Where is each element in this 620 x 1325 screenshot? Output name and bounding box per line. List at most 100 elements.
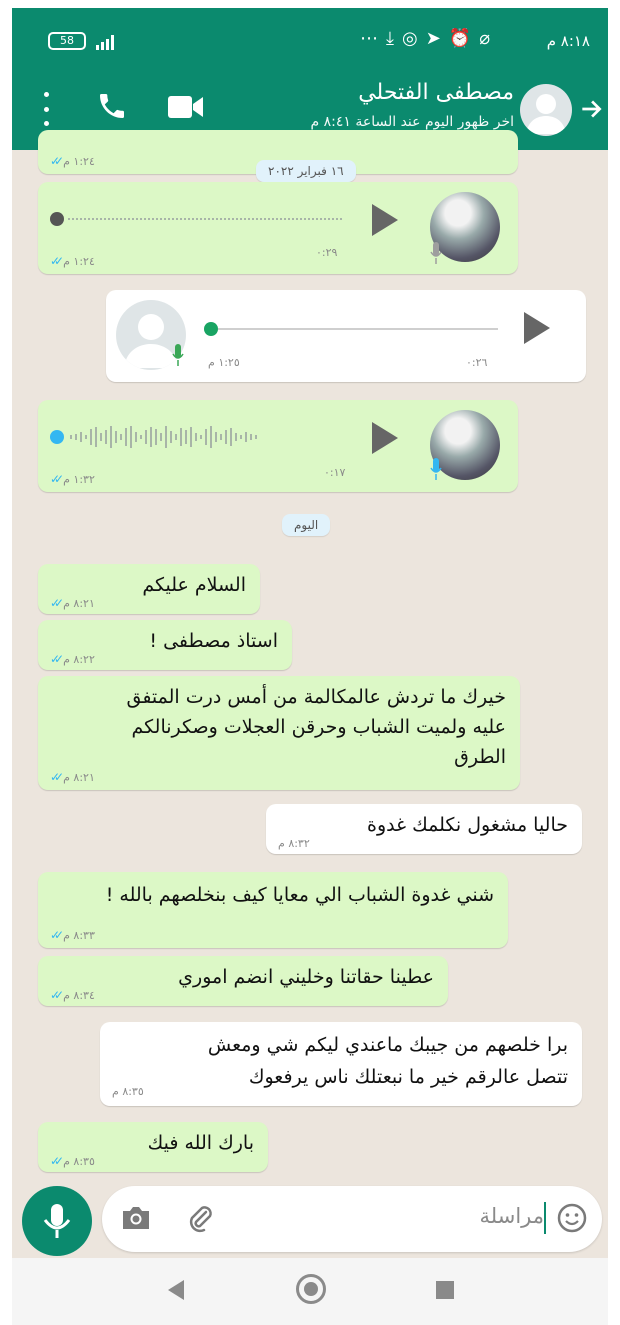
voice-duration: ٠:١٧ (324, 466, 346, 479)
message-input[interactable]: مراسلة (102, 1186, 602, 1252)
message-text: حاليا مشغول نكلمك غدوة (367, 814, 568, 836)
play-button[interactable] (372, 204, 398, 236)
wifi-off-icon: ⌀ (479, 28, 499, 49)
read-ticks-icon: ✓✓ (50, 770, 64, 784)
whatsapp-icon: ◎ (401, 28, 426, 49)
status-notification-icons: ⋯⤓◎➤⏰⌀ (360, 28, 498, 49)
text-cursor (544, 1202, 546, 1234)
back-arrow-icon[interactable] (578, 96, 604, 126)
message-text: شني غدوة الشباب الي معايا كيف بنخلصهم با… (105, 884, 494, 906)
message-meta: ٨:٣٢ م (278, 837, 310, 850)
emoji-icon[interactable] (556, 1202, 588, 1238)
download-icon: ⤓ (386, 28, 402, 49)
home-nav-icon[interactable] (296, 1274, 326, 1304)
mic-record-button[interactable] (22, 1186, 92, 1256)
read-ticks-icon: ✓✓ (50, 652, 64, 666)
read-ticks-icon: ✓✓ (50, 254, 64, 268)
message-meta: ٨:٣٥ م (112, 1085, 144, 1098)
menu-dots-icon[interactable] (42, 92, 50, 126)
back-nav-icon[interactable] (168, 1280, 184, 1300)
text-message-bubble[interactable]: خيرك ما تردش عالمكالمة من أمس درت المتفق… (38, 676, 520, 790)
date-divider: ١٦ فبراير ٢٠٢٢ (256, 160, 356, 182)
read-ticks-icon: ✓✓ (50, 988, 64, 1002)
recents-nav-icon[interactable] (436, 1281, 454, 1299)
message-meta: ✓✓ ٨:٣٥ م (50, 1154, 95, 1168)
playback-dot[interactable] (50, 212, 64, 226)
text-message-bubble[interactable]: السلام عليكم ✓✓ ٨:٢١ م (38, 564, 260, 614)
text-message-bubble[interactable]: برا خلصهم من جيبك ماعندي ليكم شي ومعش تت… (100, 1022, 582, 1106)
message-text: عطينا حقاتنا وخليني انضم اموري (178, 966, 434, 988)
mic-icon (43, 1204, 71, 1238)
message-meta: ✓✓ ١:٢٤ م (50, 154, 95, 168)
status-bar: 58 ⋯⤓◎➤⏰⌀ ٨:١٨ م (12, 8, 608, 74)
mic-icon (430, 242, 442, 264)
contact-name[interactable]: مصطفى الفتحلي (358, 80, 514, 105)
mic-icon (172, 344, 184, 366)
text-message-bubble[interactable]: شني غدوة الشباب الي معايا كيف بنخلصهم با… (38, 872, 508, 948)
read-ticks-icon: ✓✓ (50, 472, 64, 486)
message-time: ٨:٣٢ م (278, 837, 310, 850)
read-ticks-icon: ✓✓ (50, 154, 64, 168)
voice-message-bubble[interactable]: ٠:٢٦ ١:٢٥ م (106, 290, 586, 382)
message-text-line: عليه ولميت الشباب وحرقن العجلات وصكرنالك… (131, 716, 506, 738)
message-meta: ✓✓ ١:٢٤ م (50, 254, 95, 268)
system-navigation-bar (12, 1258, 608, 1325)
message-text-line: الطرق (454, 746, 506, 768)
message-text-line: برا خلصهم من جيبك ماعندي ليكم شي ومعش (207, 1034, 568, 1056)
message-text: استاذ مصطفى ! (149, 630, 278, 652)
voice-duration: ٠:٢٩ (316, 246, 338, 259)
playback-dot[interactable] (50, 430, 64, 444)
message-text: بارك الله فيك (147, 1132, 254, 1154)
message-meta: ✓✓ ٨:٣٤ م (50, 988, 95, 1002)
message-placeholder: مراسلة (479, 1204, 544, 1228)
avatar-placeholder-icon[interactable] (520, 84, 572, 136)
camera-icon[interactable] (120, 1204, 152, 1236)
message-meta: ✓✓ ٨:٢٢ م (50, 652, 95, 666)
message-time: ١:٣٢ م (63, 472, 95, 486)
waveform (68, 218, 342, 220)
playback-dot[interactable] (204, 322, 218, 336)
signal-icon (96, 34, 114, 50)
date-divider: اليوم (282, 514, 331, 536)
read-ticks-icon: ✓✓ (50, 1154, 64, 1168)
telegram-icon: ➤ (425, 28, 449, 49)
message-time: ٨:٣٤ م (63, 988, 95, 1002)
phone-icon[interactable] (96, 90, 128, 126)
video-call-icon[interactable] (168, 94, 204, 124)
message-list[interactable]: ✓✓ ١:٢٤ م ١٦ فبراير ٢٠٢٢ ٠:٢٩ ✓✓ ١:٢٤ م (12, 130, 608, 1180)
message-text-line: تتصل عالرقم خير ما نبعتلك ناس يرفعوك (248, 1066, 568, 1088)
message-meta: ✓✓ ١:٣٢ م (50, 472, 95, 486)
text-message-bubble[interactable]: حاليا مشغول نكلمك غدوة ٨:٣٢ م (266, 804, 582, 854)
more-dots-icon: ⋯ (360, 28, 386, 49)
message-text-line: خيرك ما تردش عالمكالمة من أمس درت المتفق (126, 686, 506, 708)
whatsapp-screen: 58 ⋯⤓◎➤⏰⌀ ٨:١٨ م مصطفى الفتحلي اخر ظهور … (12, 8, 608, 1325)
read-ticks-icon: ✓✓ (50, 928, 64, 942)
battery-level: 58 (60, 34, 74, 47)
voice-message-bubble[interactable]: ٠:١٧ ✓✓ ١:٣٢ م (38, 400, 518, 492)
status-time: ٨:١٨ م (546, 32, 590, 50)
text-message-bubble[interactable]: استاذ مصطفى ! ✓✓ ٨:٢٢ م (38, 620, 292, 670)
message-time: ٨:٢١ م (63, 596, 95, 610)
message-time: ٨:٣٥ م (112, 1085, 144, 1098)
attach-icon[interactable] (184, 1202, 216, 1238)
progress-track[interactable] (218, 328, 498, 330)
text-message-bubble[interactable]: بارك الله فيك ✓✓ ٨:٣٥ م (38, 1122, 268, 1172)
message-time: ١:٢٤ م (63, 254, 95, 268)
message-time: ١:٢٤ م (63, 154, 95, 168)
message-time: ٨:٣٥ م (63, 1154, 95, 1168)
voice-duration: ٠:٢٦ (466, 356, 488, 369)
waveform (70, 425, 344, 449)
play-button[interactable] (372, 422, 398, 454)
text-message-bubble[interactable]: عطينا حقاتنا وخليني انضم اموري ✓✓ ٨:٣٤ م (38, 956, 448, 1006)
voice-message-bubble[interactable]: ٠:٢٩ ✓✓ ١:٢٤ م (38, 182, 518, 274)
message-meta: ✓✓ ٨:٢١ م (50, 596, 95, 610)
read-ticks-icon: ✓✓ (50, 596, 64, 610)
message-time: ١:٢٥ م (208, 356, 240, 369)
message-time: ٨:٢٢ م (63, 652, 95, 666)
message-text: السلام عليكم (142, 574, 246, 596)
last-seen-status: اخر ظهور اليوم عند الساعة ٨:٤١ م (310, 114, 515, 130)
message-meta: ✓✓ ٨:٢١ م (50, 770, 95, 784)
battery-icon: 58 (48, 32, 86, 50)
message-meta: ✓✓ ٨:٣٣ م (50, 928, 95, 942)
play-button[interactable] (524, 312, 550, 344)
